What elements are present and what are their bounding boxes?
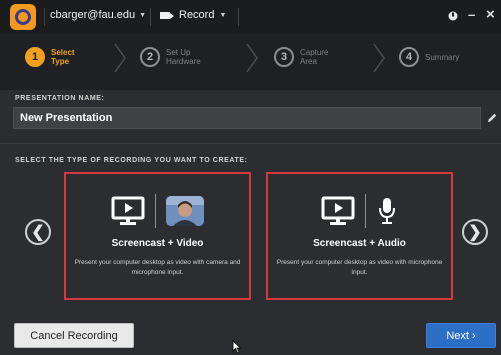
step-number: 2: [140, 47, 160, 67]
status-dot-icon[interactable]: [448, 11, 458, 21]
monitor-play-icon: [321, 196, 355, 225]
title-bar: cbarger@fau.edu ▼ Record ▼ – ×: [0, 0, 501, 33]
divider: [238, 8, 239, 26]
chevron-down-icon: ▼: [219, 11, 227, 19]
close-icon[interactable]: ×: [486, 6, 495, 23]
pencil-icon[interactable]: [486, 112, 498, 124]
monitor-play-icon: [111, 196, 145, 225]
divider: [44, 8, 45, 26]
chevron-right-icon: [246, 43, 258, 73]
wizard-steps: 1 Select Type 2 Set Up Hardware 3 Capture A…: [0, 33, 501, 90]
chevron-down-icon: ▼: [139, 11, 147, 19]
next-arrow-button[interactable]: ❯: [462, 219, 488, 245]
step-summary[interactable]: 4 Summary: [399, 47, 471, 67]
option-description: Present your computer desktop as video w…: [276, 259, 443, 276]
mouse-cursor-icon: [232, 340, 242, 354]
recording-type-label: SELECT THE TYPE OF RECORDING YOU WANT TO…: [15, 157, 248, 164]
next-button[interactable]: Next ›: [426, 323, 496, 348]
chevron-right-icon: [114, 43, 126, 73]
microphone-icon: [379, 198, 395, 224]
step-number: 1: [25, 47, 45, 67]
option-title: Screencast + Audio: [313, 238, 406, 249]
minimize-icon[interactable]: –: [468, 7, 475, 22]
step-label: Set Up Hardware: [166, 48, 201, 66]
step-capture-area[interactable]: 3 Capture Area: [274, 47, 346, 67]
step-label: Select Type: [51, 48, 75, 66]
step-label: Capture Area: [300, 48, 329, 66]
option-title: Screencast + Video: [111, 238, 204, 249]
account-label: cbarger@fau.edu: [50, 9, 136, 21]
app-logo: [10, 4, 36, 30]
step-number: 3: [274, 47, 294, 67]
chevron-right-icon: [373, 43, 385, 73]
step-label: Summary: [425, 53, 460, 62]
previous-arrow-button[interactable]: ❮: [25, 219, 51, 245]
record-menu-label: Record: [179, 9, 215, 21]
account-menu[interactable]: cbarger@fau.edu ▼: [50, 9, 146, 21]
presentation-name-input[interactable]: [13, 107, 481, 129]
record-menu[interactable]: Record ▼: [160, 9, 226, 21]
divider: [0, 143, 501, 144]
step-number: 4: [399, 47, 419, 67]
step-select-type[interactable]: 1 Select Type: [25, 47, 97, 67]
step-hardware[interactable]: 2 Set Up Hardware: [140, 47, 212, 67]
option-screencast-audio[interactable]: Screencast + Audio Present your computer…: [266, 172, 453, 300]
option-description: Present your computer desktop as video w…: [74, 259, 241, 276]
camera-icon: [160, 11, 174, 19]
divider: [155, 194, 156, 228]
presentation-name-label: PRESENTATION NAME:: [15, 95, 105, 102]
option-screencast-video[interactable]: Screencast + Video Present your computer…: [64, 172, 251, 300]
divider: [365, 194, 366, 228]
divider: [150, 8, 151, 26]
cancel-recording-button[interactable]: Cancel Recording: [14, 323, 134, 348]
webcam-preview-image: [166, 196, 204, 226]
